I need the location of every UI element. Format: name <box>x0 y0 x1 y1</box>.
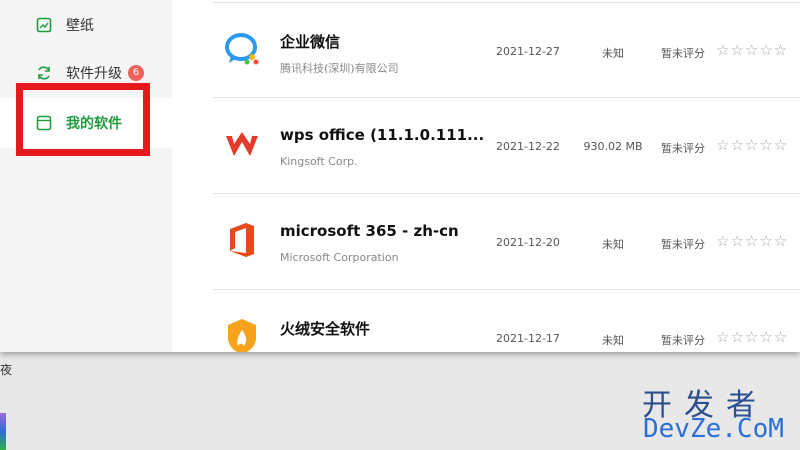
software-list: 企业微信 腾讯科技(深圳)有限公司 2021-12-27 未知 暂未评分 ☆☆☆… <box>212 0 800 352</box>
sidebar-item-label: 软件升级 <box>66 66 122 82</box>
app-size: 930.02 MB <box>583 140 643 153</box>
wallpaper-icon <box>36 17 52 33</box>
app-name: wps office (11.1.0.111... <box>280 126 485 144</box>
star-rating[interactable]: ☆☆☆☆☆ <box>716 232 788 250</box>
update-count-badge: 6 <box>128 65 144 81</box>
app-name: 企业微信 <box>280 33 341 51</box>
star-rating[interactable]: ☆☆☆☆☆ <box>716 136 788 154</box>
app-vendor: Kingsoft Corp. <box>280 155 358 168</box>
install-date: 2021-12-20 <box>496 236 560 249</box>
huorong-icon <box>222 316 262 352</box>
list-item[interactable]: 火绒安全软件 2021-12-17 未知 暂未评分 ☆☆☆☆☆ <box>212 290 800 352</box>
wps-icon <box>222 124 262 164</box>
sidebar-item-label: 壁纸 <box>66 18 94 34</box>
app-name: 火绒安全软件 <box>280 320 371 338</box>
sidebar-item-wallpaper[interactable]: 壁纸 <box>0 0 172 50</box>
taskbar-app-icon[interactable] <box>0 413 6 450</box>
app-size: 未知 <box>602 334 624 347</box>
rating-text: 暂未评分 <box>661 334 705 347</box>
star-rating[interactable]: ☆☆☆☆☆ <box>716 328 788 346</box>
list-item[interactable]: 企业微信 腾讯科技(深圳)有限公司 2021-12-27 未知 暂未评分 ☆☆☆… <box>212 2 800 98</box>
app-size: 未知 <box>602 238 624 251</box>
list-item[interactable]: wps office (11.1.0.111... Kingsoft Corp.… <box>212 98 800 194</box>
annotation-highlight-box <box>16 83 150 156</box>
watermark-en: DevZe.CoM <box>643 414 784 444</box>
app-store-window: 壁纸 软件升级 6 我的软件 企业微信 腾讯科技(深圳)有限公司 2021-12… <box>0 0 800 352</box>
rating-text: 暂未评分 <box>661 238 705 251</box>
rating-text: 暂未评分 <box>661 142 705 155</box>
office-icon <box>222 220 262 260</box>
wecom-icon <box>222 29 262 69</box>
list-item[interactable]: microsoft 365 - zh-cn Microsoft Corporat… <box>212 194 800 290</box>
desktop-text-fragment: 夜 <box>0 363 13 377</box>
install-date: 2021-12-27 <box>496 45 560 58</box>
star-rating[interactable]: ☆☆☆☆☆ <box>716 41 788 59</box>
app-name: microsoft 365 - zh-cn <box>280 222 459 240</box>
refresh-icon <box>36 65 52 81</box>
install-date: 2021-12-17 <box>496 332 560 345</box>
app-vendor: 腾讯科技(深圳)有限公司 <box>280 62 399 75</box>
sidebar: 壁纸 软件升级 6 我的软件 <box>0 0 172 352</box>
rating-text: 暂未评分 <box>661 47 705 60</box>
app-vendor: Microsoft Corporation <box>280 251 399 264</box>
app-size: 未知 <box>602 47 624 60</box>
install-date: 2021-12-22 <box>496 140 560 153</box>
